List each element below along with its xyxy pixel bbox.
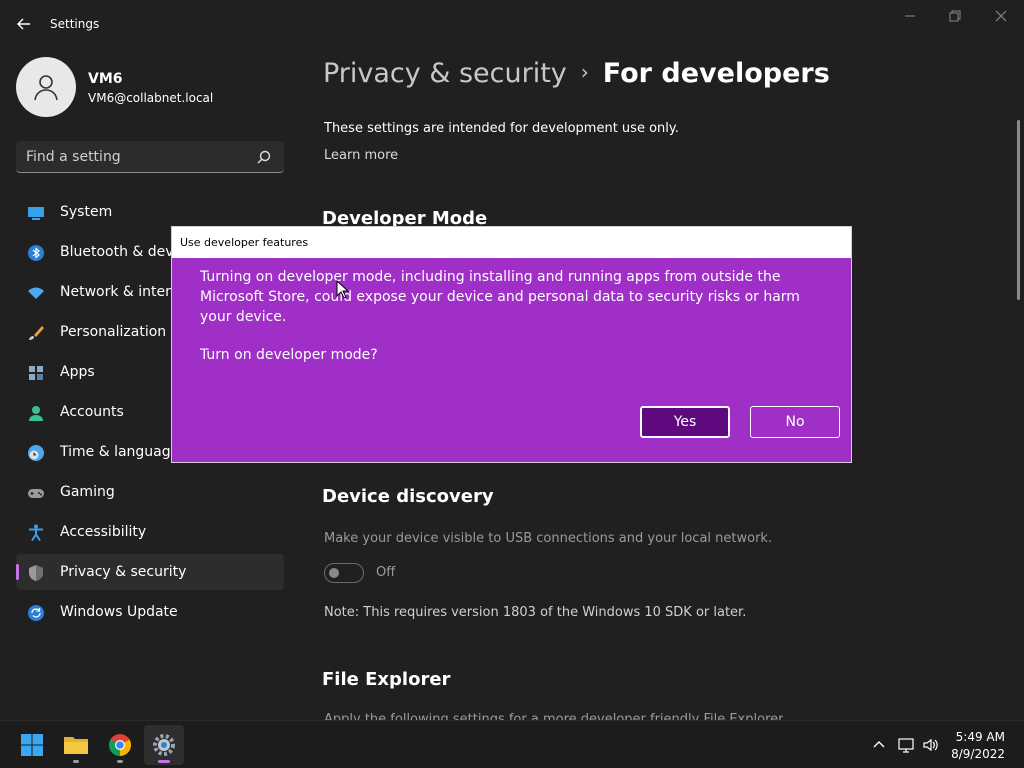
start-icon	[21, 734, 43, 756]
developer-mode-dialog: Use developer features Turning on develo…	[171, 226, 852, 463]
search-box[interactable]	[16, 141, 284, 173]
dialog-question: Turn on developer mode?	[200, 347, 378, 363]
bluetooth-icon	[28, 245, 44, 261]
clock-globe-icon	[28, 445, 44, 461]
learn-more-link[interactable]: Learn more	[324, 148, 398, 163]
sidebar-item-gaming[interactable]: Gaming	[16, 474, 284, 510]
restore-button[interactable]	[945, 8, 965, 24]
sidebar-item-label: Accounts	[60, 404, 124, 420]
minimize-icon	[905, 15, 915, 17]
sidebar-item-label: System	[60, 204, 113, 220]
chrome-icon	[109, 734, 131, 756]
minimize-button[interactable]	[900, 8, 920, 24]
device-discovery-toggle-state: Off	[376, 565, 396, 580]
yes-button[interactable]: Yes	[640, 406, 730, 438]
arrow-left-icon	[17, 18, 30, 30]
sidebar-item-label: Windows Update	[60, 604, 178, 620]
breadcrumb-parent[interactable]: Privacy & security	[323, 58, 567, 89]
shield-icon	[29, 565, 43, 581]
avatar[interactable]	[16, 57, 76, 117]
brush-icon	[29, 326, 44, 340]
sidebar-item-label: Accessibility	[60, 524, 147, 540]
close-icon	[995, 10, 1007, 22]
apps-icon	[29, 366, 43, 380]
page-title: For developers	[602, 58, 830, 89]
search-icon[interactable]	[256, 149, 272, 165]
breadcrumb-separator: ›	[580, 60, 589, 84]
sidebar-item-label: Apps	[60, 364, 95, 380]
system-icon	[28, 207, 44, 220]
settings-icon	[153, 734, 175, 756]
chevron-up-icon[interactable]	[870, 736, 888, 754]
network-icon[interactable]	[897, 736, 915, 754]
volume-icon[interactable]	[922, 736, 940, 754]
taskbar: 5:49 AM 8/9/2022	[0, 720, 1024, 768]
active-indicator	[158, 760, 170, 763]
sidebar-item-windows-update[interactable]: Windows Update	[16, 594, 284, 630]
device-discovery-toggle[interactable]	[324, 563, 364, 583]
file-explorer-heading: File Explorer	[322, 669, 451, 690]
restore-icon	[949, 10, 961, 22]
device-discovery-description: Make your device visible to USB connecti…	[324, 531, 773, 546]
toggle-knob	[329, 568, 339, 578]
breadcrumb: Privacy & security › For developers	[323, 58, 830, 89]
dialog-titlebar: Use developer features	[172, 227, 851, 258]
mouse-cursor-icon	[336, 280, 350, 299]
device-discovery-heading: Device discovery	[322, 486, 494, 507]
wifi-icon	[28, 287, 44, 299]
running-indicator	[117, 760, 123, 763]
sidebar-item-label: Time & language	[60, 444, 180, 460]
accounts-icon	[29, 406, 43, 421]
accessibility-icon	[29, 524, 43, 542]
sidebar-item-system[interactable]: System	[16, 194, 284, 230]
device-discovery-note: Note: This requires version 1803 of the …	[324, 605, 747, 620]
gamepad-icon	[28, 489, 44, 498]
title-bar: Settings	[0, 0, 1024, 46]
search-input[interactable]	[26, 147, 246, 167]
sidebar-item-label: Gaming	[60, 484, 115, 500]
user-email: VM6@collabnet.local	[88, 91, 214, 105]
clock-time[interactable]: 5:49 AM	[956, 730, 1005, 744]
intro-text: These settings are intended for developm…	[324, 121, 679, 136]
start-button[interactable]	[12, 725, 52, 765]
taskbar-settings[interactable]	[144, 725, 184, 765]
back-button[interactable]	[14, 14, 34, 34]
file-explorer-description: Apply the following settings for a more …	[324, 712, 784, 720]
taskbar-chrome[interactable]	[100, 725, 140, 765]
update-icon	[28, 605, 44, 621]
scrollbar[interactable]	[1017, 120, 1020, 300]
dialog-message: Turning on developer mode, including ins…	[200, 269, 800, 325]
running-indicator	[73, 760, 79, 763]
sidebar-item-accessibility[interactable]: Accessibility	[16, 514, 284, 550]
selection-indicator	[16, 564, 19, 580]
taskbar-file-explorer[interactable]	[56, 725, 96, 765]
close-button[interactable]	[991, 8, 1011, 24]
sidebar-item-privacy-security[interactable]: Privacy & security	[16, 554, 284, 590]
file-explorer-icon	[64, 737, 88, 754]
dialog-title: Use developer features	[180, 236, 309, 249]
clock-date[interactable]: 8/9/2022	[951, 747, 1005, 761]
no-button[interactable]: No	[750, 406, 840, 438]
sidebar-item-label: Privacy & security	[60, 564, 187, 580]
sidebar-item-label: Personalization	[60, 324, 167, 340]
user-name: VM6	[88, 71, 123, 87]
user-icon	[34, 75, 58, 101]
app-title: Settings	[50, 17, 100, 31]
